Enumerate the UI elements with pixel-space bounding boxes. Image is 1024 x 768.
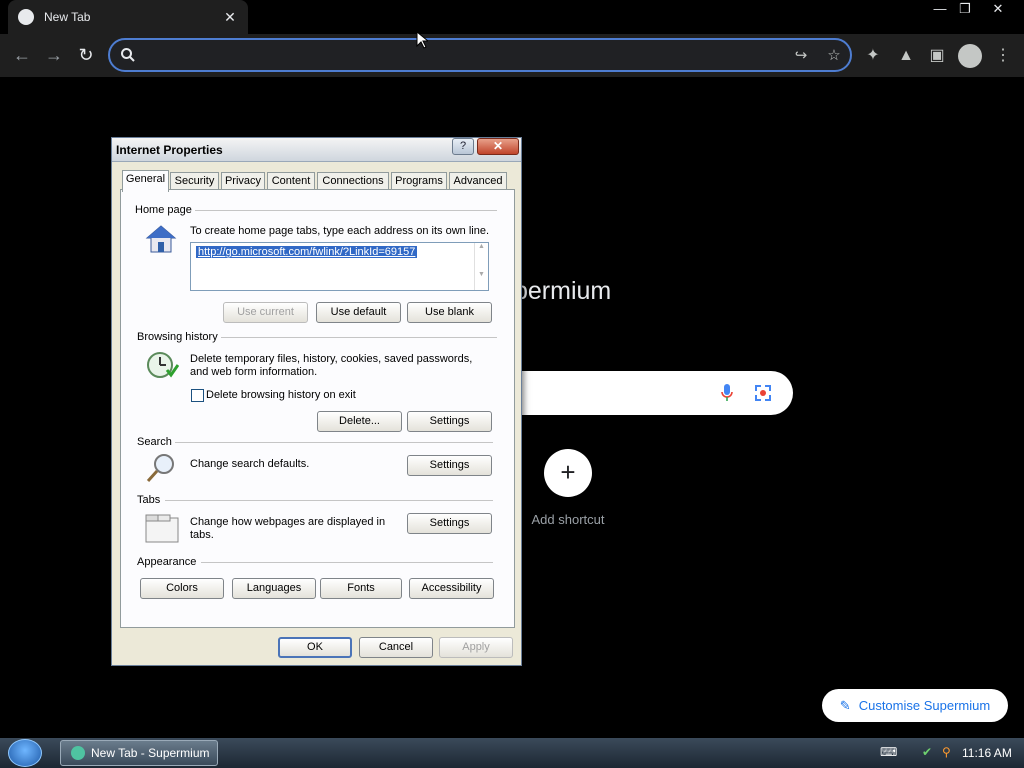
supermium-app-icon [71,746,85,760]
ok-button[interactable]: OK [278,637,352,658]
customise-button[interactable]: ✎ Customise Supermium [822,689,1008,722]
taskbar: New Tab - Supermium ⌨ ✔ ⚲ 11:16 AM [0,738,1024,768]
extensions-icon[interactable]: ✦ [862,45,884,67]
forward-icon[interactable]: → [43,44,65,66]
magnifier-icon [146,454,174,483]
divider [201,562,493,563]
browser-toolbar: ← → ↻ ↪ ☆ ✦ ▲ ▣ ⋮ [0,34,1024,77]
tab-strip: New Tab ✕ — ❐ ✕ [0,0,1024,34]
menu-icon[interactable]: ⋮ [992,45,1014,67]
bookmark-star-icon[interactable]: ☆ [825,47,843,65]
home-page-url: http://go.microsoft.com/fwlink/?LinkId=6… [196,246,418,258]
home-page-description: To create home page tabs, type each addr… [190,225,490,237]
tab-close-icon[interactable]: ✕ [222,9,238,25]
tabs-settings-button[interactable]: Settings [407,513,492,534]
delete-history-on-exit-checkbox[interactable] [191,389,204,402]
profile-avatar-icon[interactable] [958,44,982,68]
taskbar-item-supermium[interactable]: New Tab - Supermium [60,740,218,766]
tab-title: New Tab [44,10,91,24]
history-clock-icon [147,352,179,378]
clock[interactable]: 11:16 AM [962,746,1012,760]
use-default-button[interactable]: Use default [316,302,401,323]
reload-icon[interactable]: ↻ [75,44,97,66]
home-page-group-label: Home page [135,204,192,216]
tab-content[interactable]: Content [267,172,315,190]
dialog-title-bar[interactable]: Internet Properties ? ✕ [112,138,521,162]
voice-search-icon[interactable] [720,383,734,403]
customise-label: Customise Supermium [858,698,991,713]
help-button[interactable]: ? [452,138,474,155]
labs-flask-icon[interactable]: ▲ [895,45,917,67]
languages-button[interactable]: Languages [232,578,316,599]
tabs-description: Change how webpages are displayed in tab… [190,516,386,541]
omnibox-input[interactable] [146,44,746,66]
share-icon[interactable]: ↪ [792,47,810,65]
use-blank-button[interactable]: Use blank [407,302,492,323]
home-icon [145,225,177,253]
window-close-button[interactable]: ✕ [985,0,1011,18]
add-shortcut-button[interactable]: + [544,449,592,497]
taskbar-item-label: New Tab - Supermium [91,746,210,760]
tab-advanced[interactable]: Advanced [449,172,507,190]
tab-favicon-icon [18,9,34,25]
use-current-button[interactable]: Use current [223,302,308,323]
omnibox[interactable]: ↪ ☆ [108,38,852,72]
apply-button[interactable]: Apply [439,637,513,658]
divider [195,210,497,211]
tab-general[interactable]: General [122,170,169,192]
network-icon[interactable]: ✔ [922,745,932,759]
tab-connections[interactable]: Connections [317,172,389,190]
search-settings-button[interactable]: Settings [407,455,492,476]
start-button[interactable] [8,739,42,767]
general-tab-panel: Home page To create home page tabs, type… [120,189,515,628]
restore-button[interactable]: ❐ [952,0,978,18]
tab-programs[interactable]: Programs [391,172,447,190]
browsing-history-description: Delete temporary files, history, cookies… [190,353,473,378]
add-shortcut-label: Add shortcut [531,512,605,527]
minimize-button[interactable]: — [927,0,953,18]
tabs-window-icon [145,514,179,543]
dialog-title: Internet Properties [116,143,223,157]
search-description: Change search defaults. [190,458,310,470]
keyboard-icon[interactable]: ⌨ [880,745,897,759]
cancel-button[interactable]: Cancel [359,637,433,658]
brand-logo-text: permium [514,277,612,305]
tab-privacy[interactable]: Privacy [221,172,265,190]
back-icon[interactable]: ← [11,44,33,66]
tabs-group-label: Tabs [137,494,161,506]
tray-search-icon[interactable]: ⚲ [942,745,951,759]
search-icon [121,48,135,62]
internet-properties-dialog: Internet Properties ? ✕ General Security… [111,137,522,666]
browsing-history-group-label: Browsing history [137,331,218,343]
delete-history-on-exit-label[interactable]: Delete browsing history on exit [206,389,356,402]
divider [221,337,497,338]
appearance-group-label: Appearance [137,556,197,568]
lens-search-icon[interactable] [753,383,773,403]
textarea-scrollbar[interactable]: ▲ ▼ [474,243,488,290]
search-group-label: Search [137,436,172,448]
dialog-tabs: General Security Privacy Content Connect… [120,170,515,192]
side-panel-icon[interactable]: ▣ [926,45,948,67]
fonts-button[interactable]: Fonts [320,578,402,599]
divider [165,500,493,501]
divider [175,442,493,443]
mouse-cursor-icon [416,31,428,49]
accessibility-button[interactable]: Accessibility [409,578,494,599]
browser-tab[interactable]: New Tab ✕ [8,0,248,34]
history-settings-button[interactable]: Settings [407,411,492,432]
home-page-url-textarea[interactable]: http://go.microsoft.com/fwlink/?LinkId=6… [190,242,489,291]
pencil-icon: ✎ [839,697,851,713]
colors-button[interactable]: Colors [140,578,224,599]
delete-history-button[interactable]: Delete... [317,411,402,432]
tab-security[interactable]: Security [170,172,219,190]
dialog-close-button[interactable]: ✕ [477,138,519,155]
